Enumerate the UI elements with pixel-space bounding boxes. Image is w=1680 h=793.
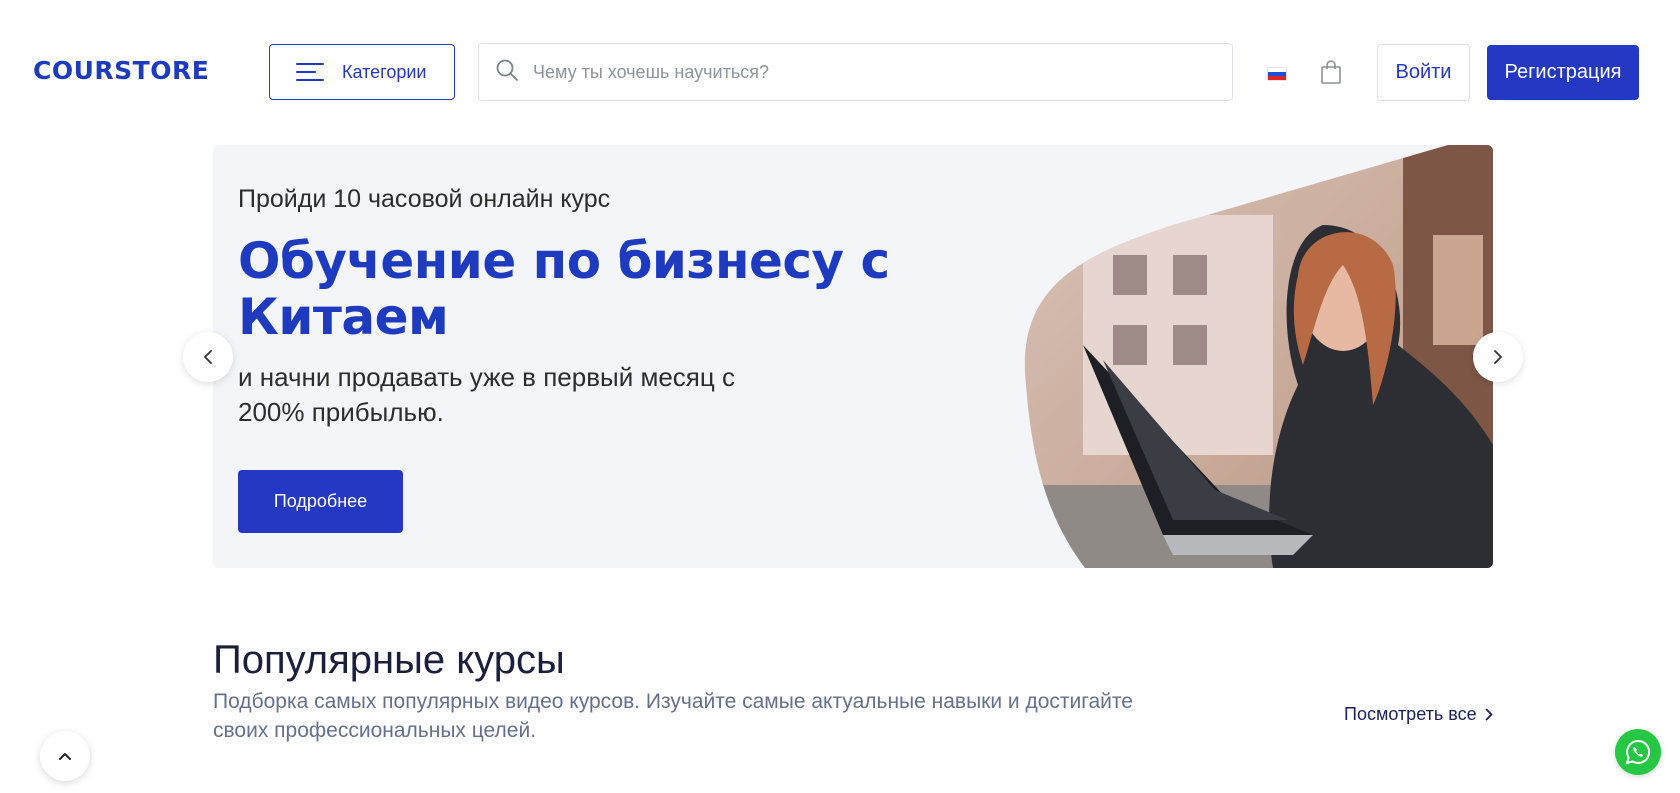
search-input[interactable]	[533, 61, 1193, 83]
chevron-right-icon	[1494, 350, 1502, 364]
hamburger-icon	[296, 63, 324, 81]
promo-banner: Пройди 10 часовой онлайн курс Обучение п…	[213, 145, 1493, 568]
more-details-button[interactable]: Подробнее	[238, 470, 403, 533]
chevron-left-icon	[204, 350, 212, 364]
whatsapp-chat-button[interactable]	[1615, 729, 1661, 775]
categories-button[interactable]: Категории	[269, 44, 455, 100]
view-all-link[interactable]: Посмотреть все	[1344, 704, 1493, 725]
banner-subtitle: и начни продавать уже в первый месяц с 2…	[238, 362, 735, 427]
register-button[interactable]: Регистрация	[1487, 45, 1639, 100]
section-description: Подборка самых популярных видео курсов. …	[213, 690, 1133, 742]
chevron-right-icon	[1485, 708, 1493, 721]
search-icon	[495, 58, 519, 87]
search-bar[interactable]	[478, 43, 1233, 101]
view-all-label: Посмотреть все	[1344, 704, 1477, 724]
section-title: Популярные курсы	[213, 638, 565, 682]
login-button[interactable]: Войти	[1377, 44, 1470, 101]
whatsapp-icon	[1625, 739, 1651, 765]
categories-label: Категории	[342, 61, 427, 82]
carousel-next-button[interactable]	[1473, 332, 1523, 382]
banner-title: Обучение по бизнесу с Китаем	[238, 232, 890, 346]
shopping-bag-icon[interactable]	[1320, 60, 1342, 89]
logo[interactable]: COURSTORE	[33, 56, 209, 85]
scroll-to-top-button[interactable]	[40, 731, 90, 781]
banner-pretitle: Пройди 10 часовой онлайн курс	[238, 185, 611, 213]
carousel-prev-button[interactable]	[183, 332, 233, 382]
banner-photo	[1024, 145, 1493, 568]
russian-flag-icon[interactable]	[1268, 68, 1286, 80]
chevron-up-icon	[59, 753, 71, 760]
